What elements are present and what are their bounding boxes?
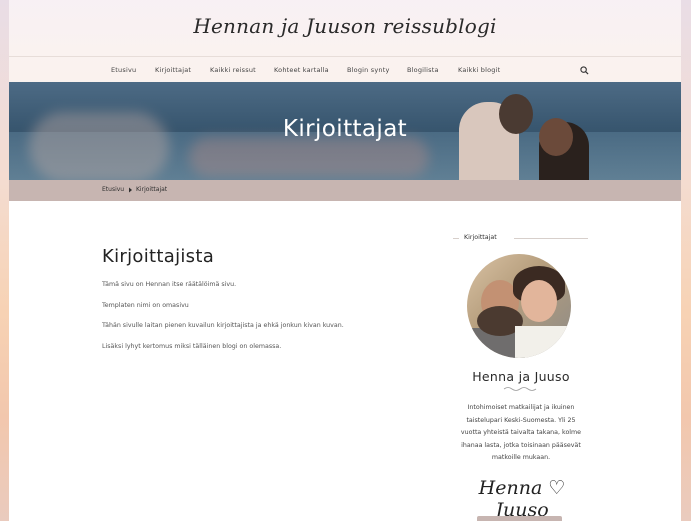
photo-person-body [515, 326, 571, 358]
content-paragraph: Tämä sivu on Hennan itse räätälöimä sivu… [102, 281, 237, 288]
sidebar-widget-title: Kirjoittajat [464, 234, 497, 241]
breadcrumb-current: Kirjoittajat [136, 186, 168, 193]
site-title[interactable]: Hennan ja Juuson reissublogi [9, 14, 681, 38]
page-frame: Hennan ja Juuson reissublogi Etusivu Kir… [9, 0, 681, 521]
content-heading: Kirjoittajista [102, 246, 215, 267]
nav-item-etusivu[interactable]: Etusivu [111, 66, 136, 74]
hero-banner: Kirjoittajat [9, 82, 681, 180]
widget-title-rule [453, 238, 459, 239]
hero-background-shape [189, 137, 429, 177]
bio-line: taistelupari Keski-Suomesta. Yli 25 [466, 416, 576, 424]
page-title: Kirjoittajat [282, 116, 408, 142]
authors-name: Henna ja Juuso [472, 369, 570, 384]
chevron-right-icon [129, 187, 132, 193]
nav-item-blogin-synty[interactable]: Blogin synty [347, 66, 390, 74]
authors-bio: Intohimoiset matkailijat ja ikuinen tais… [453, 402, 589, 465]
bio-line: Intohimoiset matkailijat ja ikuinen [467, 404, 575, 411]
nav-item-kaikki-reissut[interactable]: Kaikki reissut [210, 66, 256, 74]
nav-item-kohteet-kartalla[interactable]: Kohteet kartalla [274, 66, 329, 74]
breadcrumb: Etusivu Kirjoittajat [9, 180, 681, 201]
read-more-button[interactable] [477, 516, 562, 521]
content-paragraph: Tähän sivulle laitan pienen kuvailun kir… [102, 322, 344, 329]
nav-item-blogilista[interactable]: Blogilista [407, 66, 439, 74]
authors-signature: Henna ♡ Juuso [478, 477, 566, 521]
search-icon[interactable] [580, 66, 589, 75]
content-paragraph: Lisäksi lyhyt kertomus miksi tälläinen b… [102, 343, 282, 350]
nav-item-kirjoittajat[interactable]: Kirjoittajat [155, 66, 191, 74]
wave-divider-icon [503, 387, 537, 391]
bio-line: ihanaa lasta, jotka toisinaan pääsevät [461, 441, 581, 449]
bio-line: vuotta yhteistä taivalta takana, kolme [460, 429, 582, 436]
widget-title-rule [514, 238, 588, 239]
photo-person-face [521, 280, 557, 322]
authors-photo [467, 254, 571, 358]
site-header: Hennan ja Juuson reissublogi Etusivu Kir… [9, 0, 681, 82]
bio-line: matkoille mukaan. [491, 454, 551, 461]
main-navigation: Etusivu Kirjoittajat Kaikki reissut Koht… [9, 57, 681, 82]
nav-item-kaikki-blogit[interactable]: Kaikki blogit [458, 66, 500, 74]
content-paragraph: Templaten nimi on omasivu [102, 302, 189, 309]
breadcrumb-home-link[interactable]: Etusivu [102, 186, 124, 193]
